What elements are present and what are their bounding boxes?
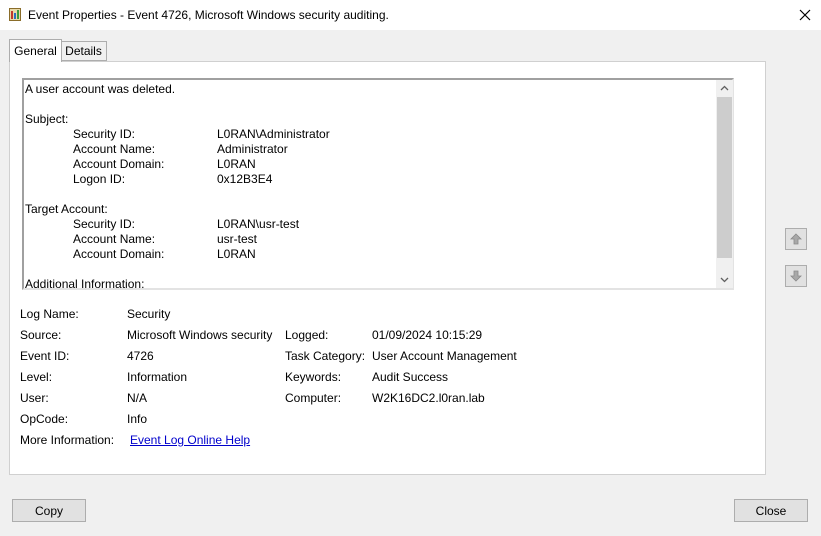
target-label: Security ID: <box>73 217 136 231</box>
subject-header: Subject: <box>25 112 69 126</box>
event-description-box[interactable]: A user account was deleted. Subject: Sec… <box>22 78 734 290</box>
logged-value: 01/09/2024 10:15:29 <box>372 328 483 342</box>
copy-button[interactable]: Copy <box>12 499 86 522</box>
task-category-value: User Account Management <box>372 349 517 363</box>
close-button[interactable]: Close <box>734 499 808 522</box>
description-scrollbar[interactable] <box>716 80 733 288</box>
target-value: usr-test <box>217 232 258 246</box>
description-heading: A user account was deleted. <box>25 82 176 96</box>
title-bar: Event Properties - Event 4726, Microsoft… <box>0 0 821 30</box>
opcode-label: OpCode: <box>20 412 69 426</box>
close-icon[interactable] <box>792 2 818 28</box>
user-label: User: <box>20 391 49 405</box>
previous-event-button[interactable] <box>785 228 807 250</box>
subject-label: Logon ID: <box>73 172 126 186</box>
level-label: Level: <box>20 370 53 384</box>
opcode-value: Info <box>127 412 148 426</box>
subject-label: Security ID: <box>73 127 136 141</box>
tab-general[interactable]: General <box>9 39 62 62</box>
scroll-thumb[interactable] <box>717 97 732 258</box>
event-id-value: 4726 <box>127 349 154 363</box>
subject-value: L0RAN <box>217 157 256 171</box>
log-name-label: Log Name: <box>20 307 79 321</box>
arrow-up-icon <box>790 233 802 245</box>
task-category-label: Task Category: <box>285 349 366 363</box>
scroll-up-icon[interactable] <box>716 80 733 96</box>
subject-value: Administrator <box>217 142 288 156</box>
source-value: Microsoft Windows security <box>127 328 273 342</box>
subject-value: L0RAN\Administrator <box>217 127 330 141</box>
target-label: Account Name: <box>73 232 156 246</box>
tab-details[interactable]: Details <box>61 41 107 61</box>
level-value: Information <box>127 370 188 384</box>
keywords-value: Audit Success <box>372 370 449 384</box>
logged-label: Logged: <box>285 328 329 342</box>
subject-value: 0x12B3E4 <box>217 172 273 186</box>
keywords-label: Keywords: <box>285 370 342 384</box>
event-id-label: Event ID: <box>20 349 70 363</box>
target-value: L0RAN <box>217 247 256 261</box>
user-value: N/A <box>127 391 148 405</box>
subject-label: Account Name: <box>73 142 156 156</box>
log-name-value: Security <box>127 307 171 321</box>
source-label: Source: <box>20 328 62 342</box>
window-title: Event Properties - Event 4726, Microsoft… <box>28 8 389 22</box>
target-value: L0RAN\usr-test <box>217 217 300 231</box>
additional-info-header: Additional Information: <box>25 277 145 290</box>
subject-label: Account Domain: <box>73 157 165 171</box>
computer-label: Computer: <box>285 391 342 405</box>
target-label: Account Domain: <box>73 247 165 261</box>
target-header: Target Account: <box>25 202 108 216</box>
computer-value: W2K16DC2.l0ran.lab <box>372 391 485 405</box>
arrow-down-icon <box>790 270 802 282</box>
event-log-online-help-link[interactable]: Event Log Online Help <box>130 433 250 447</box>
next-event-button[interactable] <box>785 265 807 287</box>
scroll-down-icon[interactable] <box>716 272 733 288</box>
event-viewer-icon <box>9 8 21 21</box>
more-info-label: More Information: <box>20 433 115 447</box>
